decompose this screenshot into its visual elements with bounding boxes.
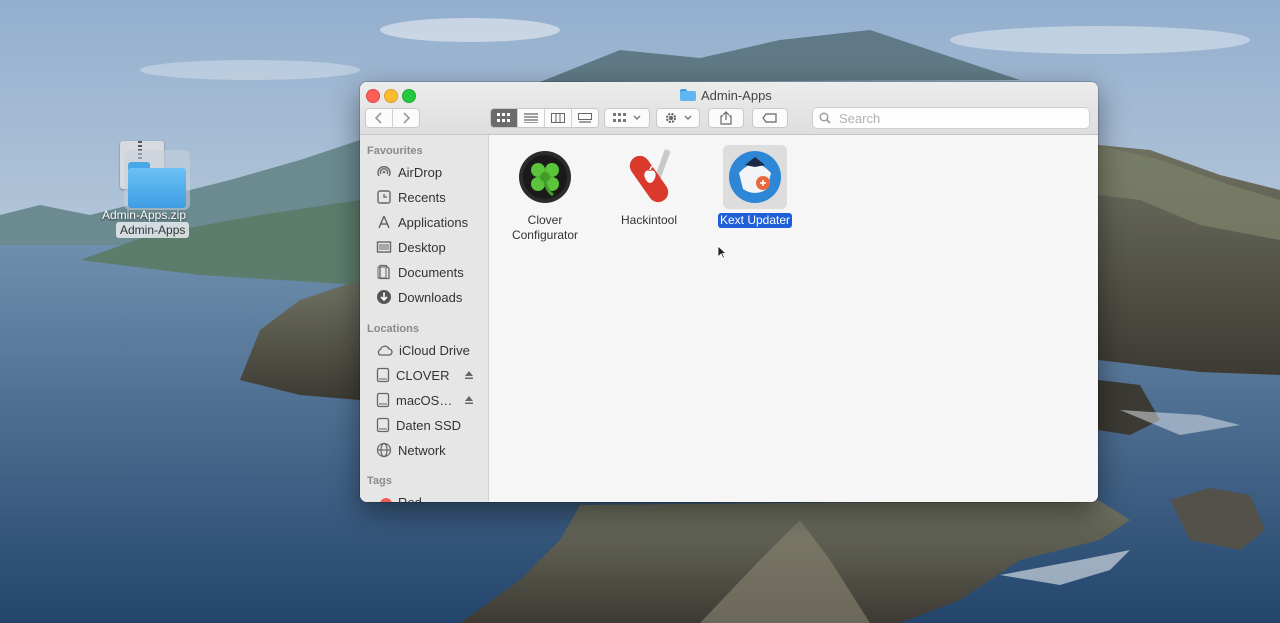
sidebar-item-airdrop[interactable]: AirDrop [376, 162, 442, 182]
desktop-zip-label: Admin-Apps.zip [101, 208, 187, 222]
document-icon [377, 264, 390, 280]
tag-icon [762, 113, 777, 123]
gallery-icon [578, 113, 592, 123]
back-button[interactable] [366, 109, 393, 127]
view-mode-control [490, 108, 599, 128]
folder-icon [680, 89, 696, 101]
search-icon [819, 112, 831, 124]
airdrop-icon [377, 166, 391, 177]
mouse-pointer-icon [717, 245, 727, 259]
file-label: Hackintool [620, 213, 678, 227]
sidebar-item-desktop[interactable]: Desktop [376, 237, 446, 257]
sidebar-item-clover[interactable]: CLOVER [376, 365, 449, 385]
columns-icon [551, 113, 565, 123]
kext-updater-icon [723, 145, 787, 209]
search-input[interactable] [837, 109, 1071, 127]
file-item-clover-configurator[interactable]: Clover Configurator [495, 145, 595, 244]
zoom-window-button[interactable] [402, 89, 416, 103]
sidebar-tag-label[interactable]: Red [398, 494, 422, 503]
gear-icon [665, 112, 677, 124]
list-icon [524, 113, 538, 123]
chevron-right-icon [403, 112, 410, 124]
sidebar-item-label: Documents [398, 264, 464, 280]
sidebar-item-documents[interactable]: Documents [376, 262, 464, 282]
sidebar-item-applications[interactable]: Applications [376, 212, 468, 232]
sidebar-item-label: Recents [398, 189, 446, 205]
sidebar-heading-locations: Locations [367, 323, 419, 335]
eject-icon[interactable] [464, 395, 474, 405]
file-item-kext-updater[interactable]: Kext Updater [705, 141, 805, 229]
chevron-down-icon [633, 115, 641, 120]
chevron-left-icon [375, 112, 382, 124]
sidebar-heading-favourites: Favourites [367, 145, 423, 157]
close-window-button[interactable] [366, 89, 380, 103]
sidebar-item-label: Daten SSD [396, 417, 462, 433]
swiss-knife-icon [617, 145, 681, 209]
navigation-buttons [365, 108, 420, 128]
finder-window: Admin-Apps Search Favourites AirDrop Rec… [360, 82, 1098, 502]
share-button[interactable] [708, 108, 744, 128]
clock-icon [377, 190, 391, 204]
applications-icon [378, 215, 390, 229]
chevron-down-icon [684, 115, 692, 120]
eject-icon[interactable] [464, 370, 474, 380]
share-icon [720, 111, 732, 125]
search-field[interactable] [812, 107, 1090, 129]
clover-icon [513, 145, 577, 209]
sidebar-item-macos[interactable]: macOS… [376, 390, 452, 410]
download-icon [377, 290, 391, 304]
gallery-view-button[interactable] [572, 109, 598, 127]
sidebar-item-label: macOS… [396, 392, 453, 408]
sidebar-item-label: Applications [398, 214, 469, 230]
action-menu-button[interactable] [656, 108, 700, 128]
sidebar-item-label: Network [398, 442, 446, 458]
drive-icon [376, 417, 390, 433]
group-by-button[interactable] [604, 108, 650, 128]
sidebar-item-label: AirDrop [398, 164, 443, 180]
list-view-button[interactable] [518, 109, 545, 127]
desktop-icon [376, 241, 392, 253]
forward-button[interactable] [393, 109, 419, 127]
file-item-hackintool[interactable]: Hackintool [599, 145, 699, 229]
sidebar-item-recents[interactable]: Recents [376, 187, 446, 207]
grid-icon [613, 113, 626, 122]
cloud-icon [377, 345, 393, 356]
minimize-window-button[interactable] [384, 89, 398, 103]
window-titlebar: Admin-Apps [360, 82, 1098, 135]
drive-icon [376, 392, 390, 408]
file-browser-content: Clover Configurator Hackintool Kext Upda… [489, 135, 1098, 502]
tag-red-dot[interactable] [380, 498, 392, 502]
sidebar-item-label: iCloud Drive [399, 342, 470, 358]
file-label: Clover Configurator [511, 213, 579, 242]
sidebar-item-icloud-drive[interactable]: iCloud Drive [376, 340, 470, 360]
sidebar-heading-tags: Tags [367, 475, 392, 487]
window-title-text: Admin-Apps [701, 87, 772, 103]
sidebar-item-label: Desktop [398, 239, 446, 255]
sidebar: Favourites AirDrop Recents Applications … [360, 135, 489, 502]
sidebar-item-daten-ssd[interactable]: Daten SSD [376, 415, 461, 435]
grid-icon [497, 113, 510, 122]
edit-tags-button[interactable] [752, 108, 788, 128]
icon-view-button[interactable] [491, 109, 518, 127]
globe-icon [376, 442, 392, 458]
window-title: Admin-Apps [680, 87, 772, 103]
folder-icon [124, 150, 190, 210]
desktop-folder-label: Admin-Apps [116, 222, 190, 238]
sidebar-item-label: Downloads [398, 289, 463, 305]
column-view-button[interactable] [545, 109, 572, 127]
sidebar-item-downloads[interactable]: Downloads [376, 287, 462, 307]
drive-icon [376, 367, 390, 383]
sidebar-item-label: CLOVER [396, 367, 450, 383]
file-label: Kext Updater [717, 213, 793, 228]
sidebar-item-network[interactable]: Network [376, 440, 446, 460]
